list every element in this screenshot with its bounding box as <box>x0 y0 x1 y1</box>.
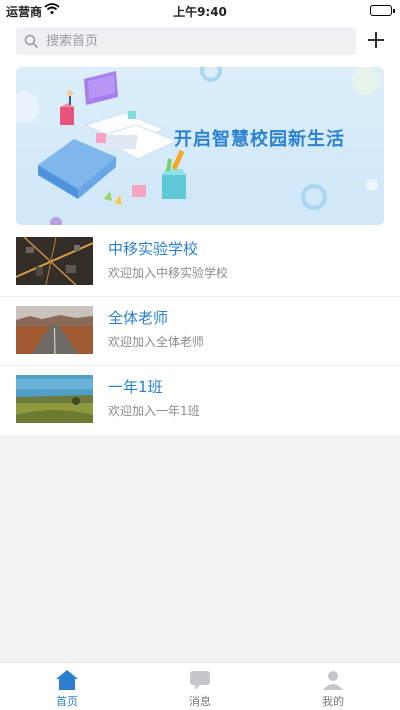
banner[interactable]: 开启智慧校园新生活 <box>16 67 384 225</box>
list-item[interactable]: 全体老师 欢迎加入全体老师 <box>0 297 400 366</box>
battery-icon <box>370 5 395 16</box>
list-item[interactable]: 一年1班 欢迎加入一年1班 <box>0 366 400 435</box>
message-icon <box>188 669 212 691</box>
search-icon <box>16 27 46 55</box>
group-thumbnail <box>16 306 93 354</box>
banner-section: 开启智慧校园新生活 <box>0 62 400 234</box>
home-icon <box>55 669 79 691</box>
tab-home[interactable]: 首页 <box>32 663 102 710</box>
group-name: 一年1班 <box>108 378 163 396</box>
tab-label: 我的 <box>322 695 344 708</box>
group-subtitle: 欢迎加入一年1班 <box>108 404 200 418</box>
tab-profile[interactable]: 我的 <box>298 663 368 710</box>
group-subtitle: 欢迎加入全体老师 <box>108 335 205 349</box>
tab-label: 首页 <box>56 695 78 708</box>
clock: 上午9:40 <box>173 5 227 19</box>
search-bar[interactable] <box>16 27 356 55</box>
group-list: 中移实验学校 欢迎加入中移实验学校 全体老师 欢迎加入全体老师 一年1班 欢迎加… <box>0 228 400 435</box>
tab-label: 消息 <box>189 695 211 708</box>
group-thumbnail <box>16 237 93 285</box>
tab-bar: 首页 消息 我的 <box>0 662 400 710</box>
list-item[interactable]: 中移实验学校 欢迎加入中移实验学校 <box>0 228 400 297</box>
group-name: 中移实验学校 <box>108 240 199 258</box>
tab-messages[interactable]: 消息 <box>165 663 235 710</box>
plus-icon <box>368 32 384 48</box>
banner-title: 开启智慧校园新生活 <box>174 129 345 150</box>
group-name: 全体老师 <box>108 309 169 327</box>
status-bar: 运营商 上午9:40 <box>0 0 400 22</box>
group-subtitle: 欢迎加入中移实验学校 <box>108 266 229 280</box>
profile-icon <box>321 669 345 691</box>
group-thumbnail <box>16 375 93 423</box>
search-input[interactable] <box>46 33 326 49</box>
header <box>0 22 400 62</box>
add-button[interactable] <box>364 28 388 52</box>
